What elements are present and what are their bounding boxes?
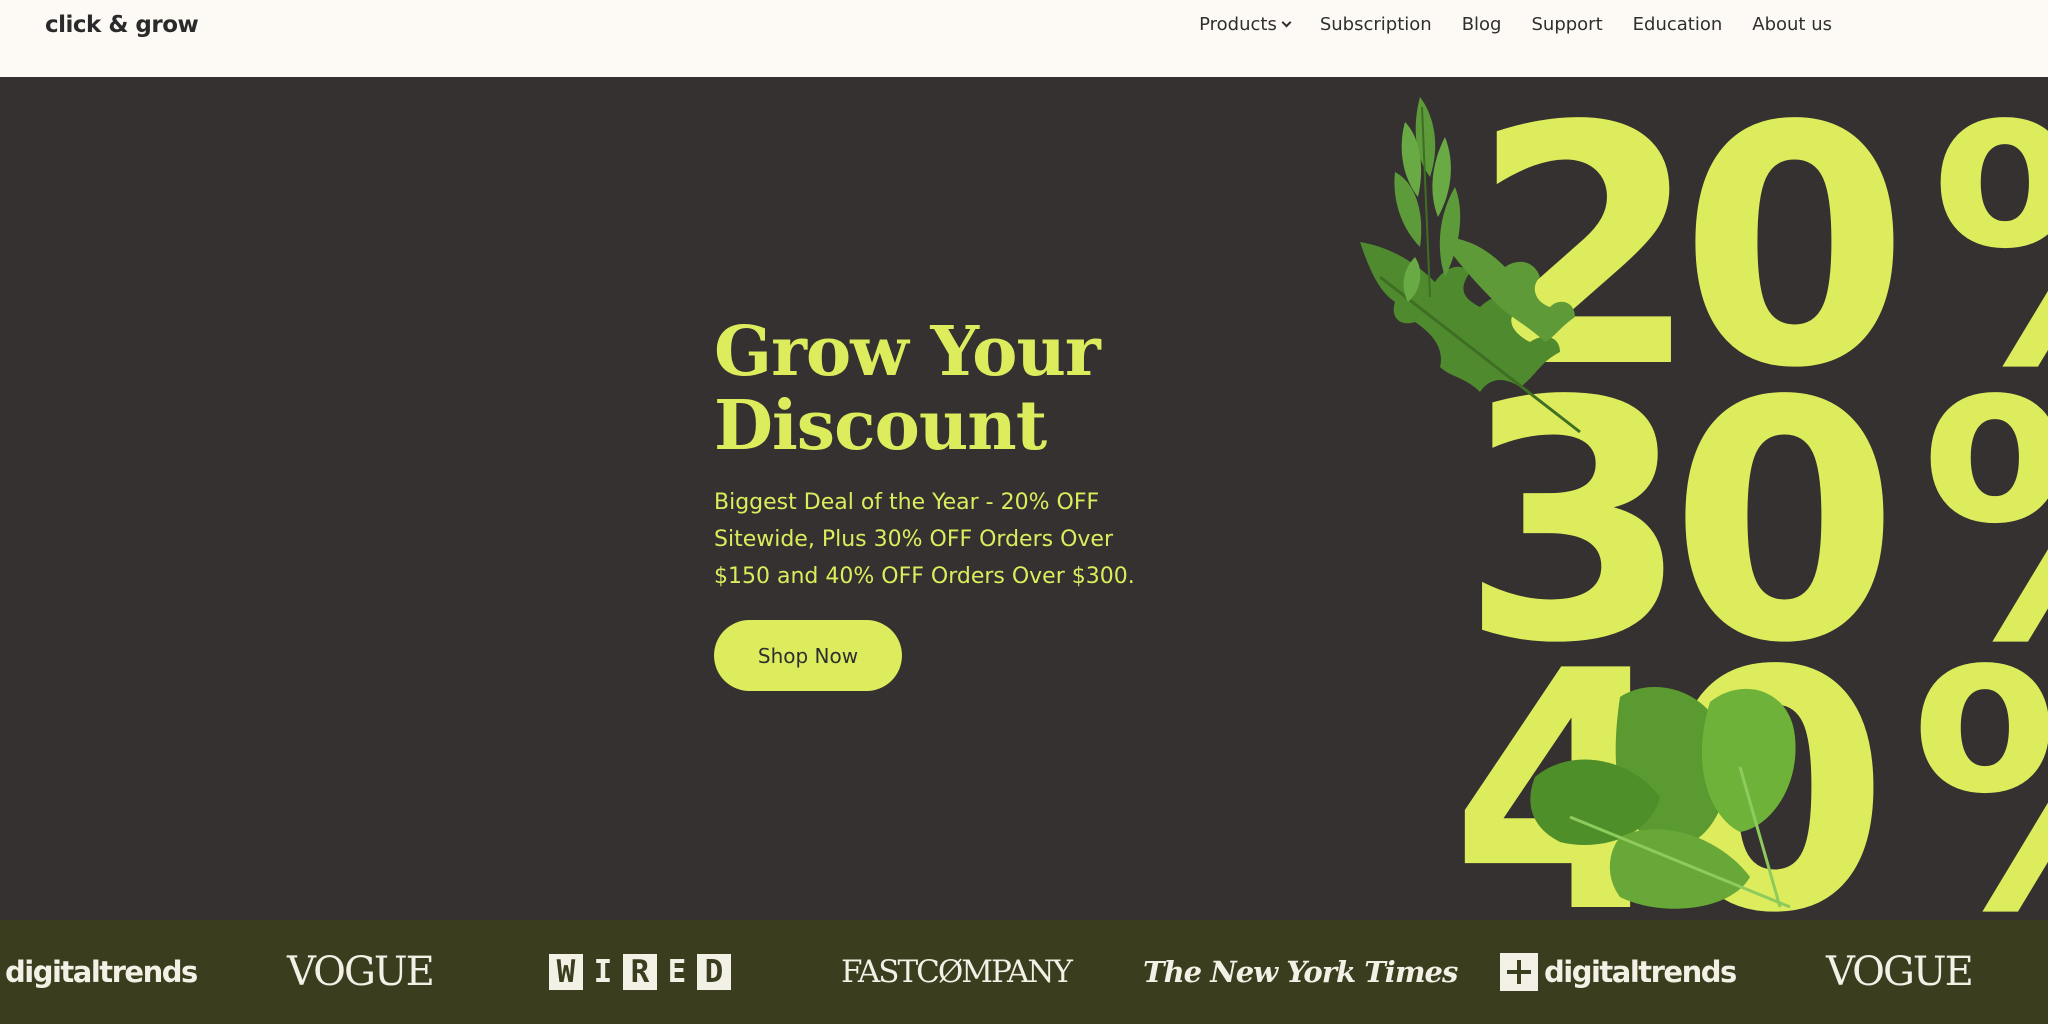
- site-header: click & grow Products Subscription Blog …: [0, 0, 2048, 77]
- discount-artwork: 20 30 40 % % %: [1360, 77, 2048, 920]
- chevron-down-icon: [1281, 17, 1292, 28]
- wired-letter: W: [549, 954, 583, 990]
- press-logo-vogue-2: VOGUE: [1826, 949, 1974, 995]
- wired-letter: E: [667, 954, 687, 990]
- wired-letter: I: [593, 954, 613, 990]
- shop-now-button[interactable]: Shop Now: [714, 620, 902, 691]
- press-logo-digitaltrends: digitaltrends: [5, 955, 198, 989]
- nav-about-us[interactable]: About us: [1752, 14, 1832, 35]
- digitaltrends-icon: [1500, 953, 1538, 991]
- nav-products-label: Products: [1199, 14, 1277, 35]
- press-logo-vogue: VOGUE: [287, 949, 435, 995]
- wired-letter: R: [623, 954, 657, 990]
- nav-products[interactable]: Products: [1199, 14, 1292, 35]
- hero-subtitle: Biggest Deal of the Year - 20% OFF Sitew…: [714, 490, 1135, 589]
- hero-banner: Grow Your Discount Biggest Deal of the Y…: [0, 77, 2048, 920]
- press-logo-wired: W I R E D: [549, 920, 731, 1024]
- nav-blog[interactable]: Blog: [1462, 14, 1502, 35]
- nav-education[interactable]: Education: [1633, 14, 1723, 35]
- press-logos-band: digitaltrends VOGUE W I R E D FASTCØMPAN…: [0, 920, 2048, 1024]
- wired-letter: D: [697, 954, 731, 990]
- nav-support[interactable]: Support: [1531, 14, 1602, 35]
- brand-logo[interactable]: click & grow: [45, 12, 199, 38]
- hero-title: Grow Your Discount: [714, 312, 1101, 466]
- nav-subscription[interactable]: Subscription: [1320, 14, 1432, 35]
- press-logo-digitaltrends-2: digitaltrends: [1500, 920, 1737, 1024]
- main-nav: Products Subscription Blog Support Educa…: [1199, 14, 1832, 35]
- press-logo-digitaltrends-2-label: digitaltrends: [1544, 955, 1737, 989]
- art-percent-3: %: [1910, 601, 2048, 920]
- press-logo-fastcompany: FASTCØMPANY: [841, 954, 1073, 990]
- press-logo-nyt: The New York Times: [1143, 955, 1458, 989]
